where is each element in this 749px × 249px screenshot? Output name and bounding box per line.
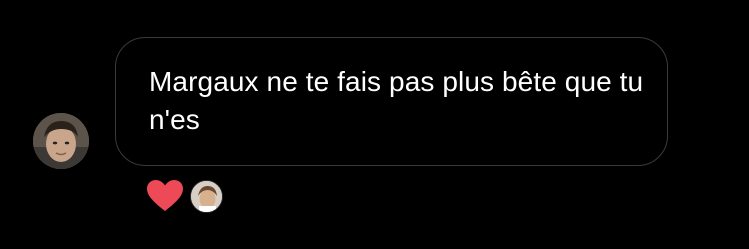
message-bubble[interactable]: Margaux ne te fais pas plus bête que tu … <box>115 37 668 166</box>
sender-avatar[interactable] <box>33 113 89 169</box>
message-reactions[interactable] <box>146 179 223 213</box>
red-heart-icon <box>147 180 183 211</box>
user-avatar-photo <box>33 113 89 169</box>
reactor-avatar-photo <box>191 180 222 212</box>
message-text: Margaux ne te fais pas plus bête que tu … <box>149 66 644 135</box>
reactor-avatar[interactable] <box>190 179 223 213</box>
